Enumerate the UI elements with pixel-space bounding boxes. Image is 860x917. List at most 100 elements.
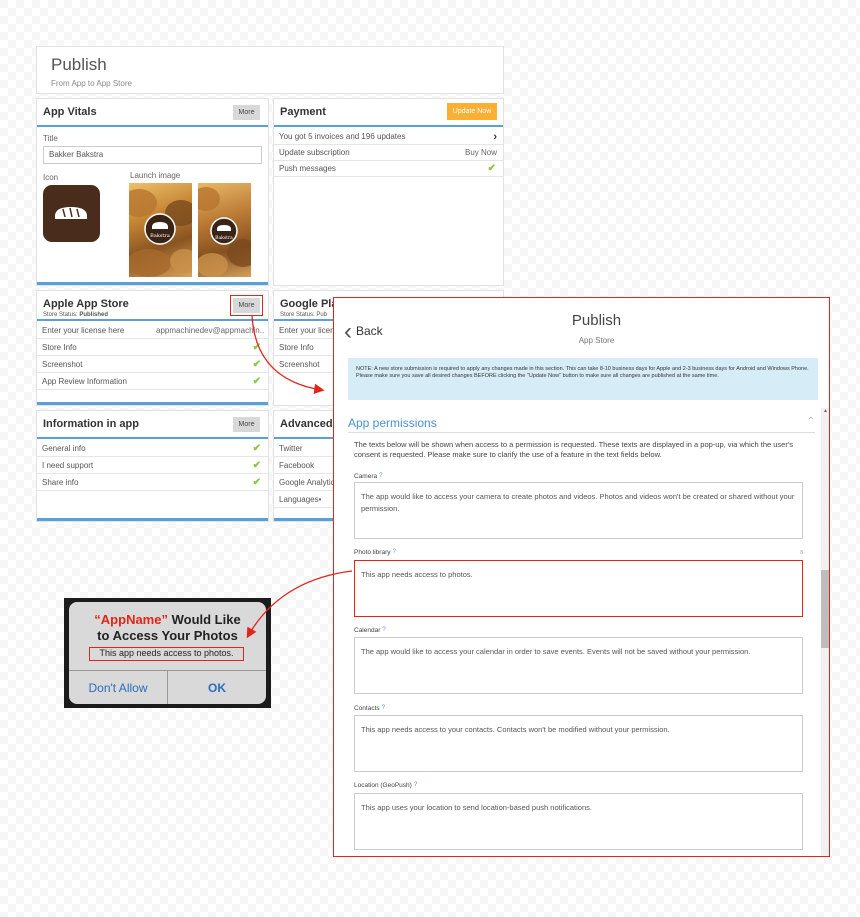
contacts-field[interactable]: This app needs access to your contacts. …: [354, 715, 803, 772]
permissions-description: The texts below will be shown when acces…: [354, 440, 794, 459]
check-icon: ✔: [252, 342, 261, 353]
ios-dialog-box: “AppName” Would Like to Access Your Phot…: [69, 602, 266, 704]
bread-photo: Bakstra: [129, 189, 192, 277]
submission-note: NOTE: A new store submission is required…: [348, 358, 818, 400]
app-permissions-title[interactable]: App permissions: [348, 416, 437, 430]
invoices-label: You got 5 invoices and 196 updates: [279, 132, 406, 141]
app-review-label: App Review Information: [42, 377, 127, 386]
publish-header: Publish From App to App Store: [36, 46, 504, 94]
publish-subtitle: From App to App Store: [51, 79, 132, 88]
buy-now-link[interactable]: Buy Now: [465, 145, 497, 161]
character-counter: 8: [800, 550, 803, 556]
invoices-row[interactable]: You got 5 invoices and 196 updates ›: [274, 129, 503, 145]
share-info-row[interactable]: Share info ✔: [37, 475, 268, 491]
launch-image-label: Launch image: [130, 171, 181, 180]
calendar-label: Calendar?: [354, 627, 386, 634]
help-icon: ?: [382, 627, 386, 633]
contacts-label: Contacts?: [354, 705, 385, 712]
information-in-app-panel: Information in app More General info ✔ I…: [36, 410, 269, 522]
screenshot-row[interactable]: Screenshot ✔: [37, 357, 268, 373]
help-icon: ?: [381, 705, 385, 711]
check-icon: ✔: [252, 460, 261, 471]
apple-store-status: Store Status: Published: [43, 312, 109, 318]
dont-allow-button[interactable]: Don't Allow: [69, 671, 167, 704]
chevron-right-icon: ›: [493, 131, 497, 143]
languages-label: Languages•: [279, 495, 322, 504]
help-icon: ?: [392, 549, 396, 555]
share-info-label: Share info: [42, 478, 79, 487]
check-icon: ✔: [252, 359, 261, 370]
license-label: Enter your license here: [42, 326, 125, 335]
google-store-info-label: Store Info: [279, 343, 314, 352]
app-name: “AppName”: [94, 612, 168, 627]
publish-app-store-panel: ‹ Back Publish App Store NOTE: A new stor…: [333, 297, 830, 857]
update-subscription-row[interactable]: Update subscription Buy Now: [274, 145, 503, 161]
title-label: Title: [43, 134, 58, 143]
apple-store-header: Apple App Store Store Status: Published …: [37, 291, 268, 321]
app-vitals-header: App Vitals More: [37, 99, 268, 127]
payment-title: Payment: [280, 106, 326, 118]
support-label: I need support: [42, 461, 94, 470]
location-field[interactable]: This app uses your location to send loca…: [354, 793, 803, 850]
panel-subtitle: App Store: [578, 336, 615, 345]
bread-photo-small: Bakstra: [198, 187, 251, 277]
general-info-row[interactable]: General info ✔: [37, 441, 268, 457]
app-vitals-bottom-bar: [37, 282, 268, 285]
license-value: appmachinedev@appmachin...: [156, 326, 264, 335]
app-vitals-panel: App Vitals More Title Bakker Bakstra Ico…: [36, 98, 269, 286]
ios-dialog-title-line1: “AppName” Would Like: [94, 612, 241, 627]
push-messages-label: Push messages: [279, 164, 336, 173]
publish-title: Publish: [51, 55, 107, 74]
icon-label: Icon: [43, 173, 59, 182]
help-icon: ?: [379, 473, 383, 479]
panel-title: Publish: [571, 312, 622, 329]
apple-app-store-panel: Apple App Store Store Status: Published …: [36, 290, 269, 406]
check-icon: ✔: [487, 163, 496, 174]
camera-field[interactable]: The app would like to access your camera…: [354, 482, 803, 539]
ios-permission-dialog: “AppName” Would Like to Access Your Phot…: [64, 598, 271, 708]
bread-icon: [55, 207, 87, 219]
payment-header: Payment Update Now: [274, 99, 503, 127]
twitter-label: Twitter: [279, 444, 303, 453]
app-review-row[interactable]: App Review Information ✔: [37, 374, 268, 390]
google-screenshot-label: Screenshot: [279, 360, 320, 369]
google-analytics-label: Google Analytic: [279, 478, 335, 487]
check-icon: ✔: [252, 443, 261, 454]
app-vitals-more-button[interactable]: More: [233, 105, 260, 120]
ok-button[interactable]: OK: [167, 671, 266, 704]
photo-library-label: Photo library?: [354, 549, 396, 556]
chevron-up-icon[interactable]: ⌃: [807, 416, 815, 427]
launch-image-2[interactable]: Bakstra: [198, 183, 251, 277]
apple-store-more-button[interactable]: More: [230, 295, 263, 316]
scroll-up-icon[interactable]: ▲: [823, 408, 828, 414]
launch-logo-text-small: Bakstra: [215, 235, 233, 241]
screenshot-label: Screenshot: [42, 360, 83, 369]
store-info-row[interactable]: Store Info ✔: [37, 340, 268, 356]
update-subscription-label: Update subscription: [279, 148, 350, 157]
support-row[interactable]: I need support ✔: [37, 458, 268, 474]
ios-dialog-title-line2: to Access Your Photos: [97, 628, 238, 643]
facebook-label: Facebook: [279, 461, 315, 470]
general-info-label: General info: [42, 444, 86, 453]
license-row[interactable]: Enter your license here appmachinedev@ap…: [37, 323, 268, 339]
ios-dialog-message: This app needs access to photos.: [89, 647, 244, 661]
check-icon: ✔: [252, 477, 261, 488]
apple-store-title: Apple App Store: [43, 298, 129, 310]
photo-library-field[interactable]: This app needs access to photos.: [354, 560, 803, 617]
apple-store-bottom-bar: [37, 402, 268, 405]
check-icon: ✔: [252, 376, 261, 387]
app-icon[interactable]: [43, 185, 100, 242]
scrollbar-thumb[interactable]: [821, 570, 829, 648]
info-more-button[interactable]: More: [233, 417, 260, 432]
info-header: Information in app More: [37, 411, 268, 439]
store-info-label: Store Info: [42, 343, 77, 352]
update-now-button[interactable]: Update Now: [447, 103, 497, 120]
push-messages-row[interactable]: Push messages ✔: [274, 161, 503, 177]
section-divider: [348, 432, 815, 433]
advanced-title: Advanced: [280, 418, 333, 430]
google-play-status: Store Status: Pub: [280, 312, 328, 318]
google-license-label: Enter your licen: [279, 326, 335, 335]
calendar-field[interactable]: The app would like to access your calend…: [354, 637, 803, 694]
title-input[interactable]: Bakker Bakstra: [43, 146, 262, 164]
launch-image-1[interactable]: Bakstra: [129, 183, 192, 277]
